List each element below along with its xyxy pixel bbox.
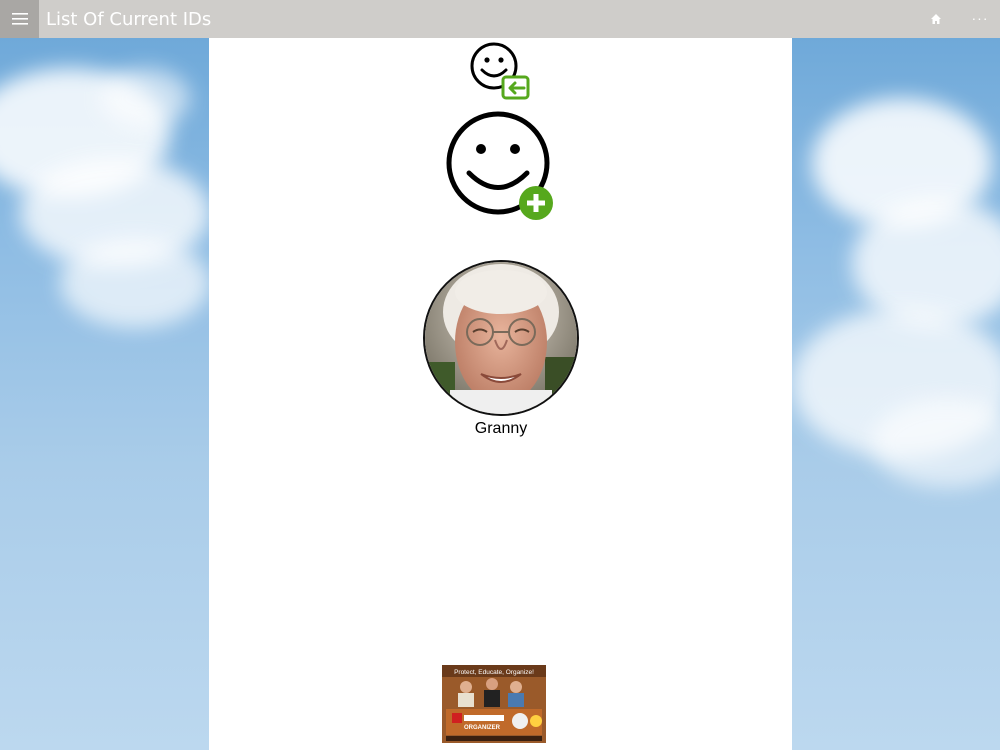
home-icon (931, 14, 941, 24)
hamburger-menu-icon (11, 13, 28, 25)
sky-background-right (792, 38, 1000, 750)
title-bar: List Of Current IDs ··· (0, 0, 1000, 38)
switch-user-button[interactable] (469, 40, 533, 102)
advertisement-banner[interactable]: Protect, Educate, Organize! ORGANIZER (442, 665, 546, 743)
id-list-panel: Granny Protect, Educate, Organize! ORGAN… (209, 38, 792, 750)
ad-image: Protect, Educate, Organize! ORGANIZER (442, 665, 546, 743)
profile-avatar (423, 260, 579, 416)
smiley-switch-icon (470, 42, 530, 100)
hamburger-menu-button[interactable] (0, 0, 39, 38)
ad-tagline: Protect, Educate, Organize! (454, 669, 534, 676)
ad-brand: ORGANIZER (464, 725, 501, 731)
profile-name: Granny (474, 420, 528, 437)
home-button[interactable] (922, 9, 950, 29)
more-options-button[interactable]: ··· (964, 8, 996, 30)
window-title: List Of Current IDs (46, 9, 212, 30)
sky-background-left (0, 38, 209, 750)
smiley-add-icon (446, 111, 553, 220)
profile-card[interactable]: Granny (423, 260, 579, 438)
add-user-button[interactable] (443, 110, 557, 222)
